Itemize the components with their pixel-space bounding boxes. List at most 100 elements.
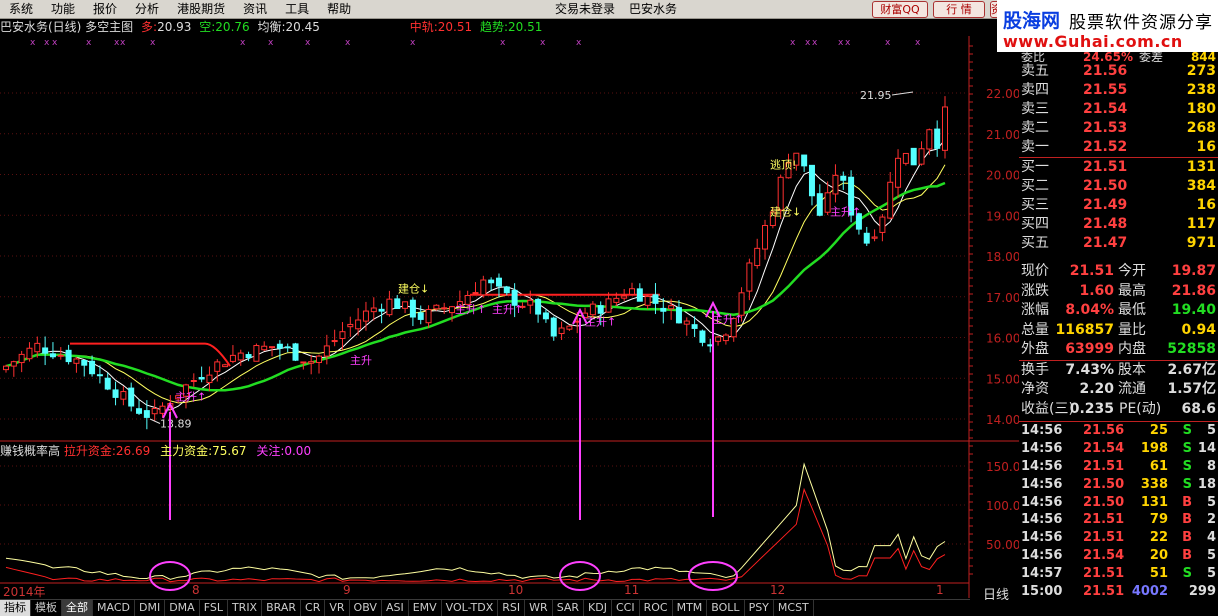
- candle-body: [926, 129, 933, 150]
- quote-value: 68.6: [1181, 400, 1216, 417]
- indicator-tab[interactable]: KDJ: [584, 600, 612, 616]
- candle-body: [668, 305, 675, 310]
- indicator-tab[interactable]: BRAR: [262, 600, 302, 616]
- orderbook-row[interactable]: 卖五 21.56 273: [1019, 62, 1218, 81]
- indicator-tab[interactable]: DMI: [135, 600, 166, 616]
- orderbook-row[interactable]: 卖三 21.54 180: [1019, 100, 1218, 119]
- caifu-qq-button[interactable]: 财富QQ: [872, 1, 928, 18]
- indicator-tab[interactable]: WR: [525, 600, 553, 616]
- menu-analysis[interactable]: 分析: [126, 0, 168, 18]
- menu-news[interactable]: 资讯: [234, 0, 276, 18]
- candle-body: [206, 374, 213, 384]
- indicator-tab[interactable]: VR: [325, 600, 350, 616]
- indicator-tab[interactable]: BOLL: [707, 600, 745, 616]
- candle-body: [550, 317, 557, 337]
- indicator-tab[interactable]: FSL: [200, 600, 228, 616]
- candle-body: [253, 345, 260, 362]
- orderbook-row[interactable]: 买五 21.47 971: [1019, 234, 1218, 253]
- candle-body: [691, 324, 698, 329]
- quote-panel: 现价 21.51 今开 19.87 涨跌 1.60 最高 21.86 涨幅 8.04% 最低 19.4…: [1019, 262, 1218, 419]
- quote-value: 2.67亿: [1167, 361, 1216, 378]
- indicator-tab[interactable]: MTM: [673, 600, 708, 616]
- indicator-tab[interactable]: PSY: [745, 600, 774, 616]
- quote-label: 收益(三): [1021, 400, 1074, 417]
- orderbook-label: 卖四: [1021, 82, 1049, 98]
- period-label[interactable]: 日线: [983, 584, 1009, 603]
- tick-row: 15:00 21.51 4002 299: [1019, 583, 1218, 601]
- tick-count: 299: [1188, 584, 1216, 600]
- signal-x-marker: x: [240, 38, 246, 48]
- candle-body: [449, 306, 456, 314]
- price-tick-label: 16.00: [986, 332, 1019, 346]
- candle-body: [754, 247, 761, 267]
- quote-label: 换手: [1021, 361, 1049, 378]
- diamond-marker: ◇: [950, 36, 959, 37]
- indicator-tab[interactable]: CR: [301, 600, 326, 616]
- indicator-tab[interactable]: CCI: [612, 600, 640, 616]
- trade-login-status[interactable]: 交易未登录: [548, 0, 622, 18]
- quote-value: 116857: [1055, 321, 1114, 338]
- tick-time: 14:56: [1021, 512, 1063, 528]
- indicator-tab[interactable]: MCST: [774, 600, 814, 616]
- orderbook-volume: 238: [1186, 82, 1216, 98]
- orderbook-row[interactable]: 买三 21.49 16: [1019, 196, 1218, 215]
- signal-x-marker: x: [812, 38, 818, 48]
- candle-body: [3, 365, 9, 371]
- indicator-tab[interactable]: MACD: [93, 600, 135, 616]
- candle-body: [159, 405, 166, 414]
- orderbook-row[interactable]: 买一 21.51 131: [1019, 157, 1218, 177]
- indicator-tab[interactable]: OBV: [350, 600, 382, 616]
- candle-body: [871, 236, 878, 239]
- orderbook-row[interactable]: 卖一 21.52 16: [1019, 138, 1218, 157]
- tick-price: 21.51: [1083, 566, 1125, 582]
- market-button[interactable]: 行 情: [933, 1, 985, 18]
- indicator-tab[interactable]: DMA: [165, 600, 200, 616]
- orderbook-row[interactable]: 买二 21.50 384: [1019, 177, 1218, 196]
- kline-chart[interactable]: 22.00 21.00 20.00 19.00 18.00 17.00 16.00 15.00…: [0, 36, 1019, 599]
- orderbook-row[interactable]: 卖四 21.55 238: [1019, 81, 1218, 100]
- indicator-tab[interactable]: TRIX: [228, 600, 263, 616]
- orderbook-row[interactable]: 委比 24.65% 委差 844: [1019, 52, 1218, 62]
- tick-price: 21.54: [1083, 440, 1125, 456]
- candle-body: [910, 147, 917, 166]
- quote-value: 19.87: [1171, 263, 1216, 279]
- candle-body: [542, 312, 549, 320]
- candle-body: [308, 361, 315, 364]
- zhonggui-value: 20.51: [437, 20, 473, 34]
- zhonggui-label: 中轨:: [409, 20, 438, 34]
- chart-title: 巴安水务(日线) 多空主图: [0, 20, 134, 34]
- indicator-tab[interactable]: RSI: [498, 600, 526, 616]
- indicator-tab[interactable]: ROC: [640, 600, 673, 616]
- candle-body: [488, 279, 495, 284]
- menu-system[interactable]: 系统: [0, 0, 42, 18]
- indicator-tab[interactable]: EMV: [409, 600, 442, 616]
- orderbook-volume: 131: [1186, 159, 1216, 175]
- indicator-tab[interactable]: SAR: [553, 600, 585, 616]
- indicator-tab[interactable]: 指标: [0, 600, 31, 616]
- kong-value: 20.76: [215, 20, 250, 34]
- indicator-tab[interactable]: 全部: [62, 600, 93, 616]
- signal-x-marker: x: [790, 38, 796, 48]
- indicator-tab[interactable]: ASI: [382, 600, 409, 616]
- signal-label: 主升↑: [830, 205, 861, 218]
- candle-body: [49, 353, 56, 358]
- indicator-tab[interactable]: VOL-TDX: [442, 600, 499, 616]
- indicator-tab[interactable]: 模板: [31, 600, 62, 616]
- price-tick-label: 21.00: [986, 128, 1019, 142]
- candle-body: [26, 347, 33, 360]
- tick-side: B: [1182, 530, 1192, 546]
- candle-body: [65, 349, 72, 363]
- candle-body: [433, 304, 440, 310]
- menu-help[interactable]: 帮助: [318, 0, 360, 18]
- candle-body: [902, 152, 909, 164]
- menu-tools[interactable]: 工具: [276, 0, 318, 18]
- candle-body: [597, 305, 604, 314]
- tick-count: 5: [1206, 494, 1216, 510]
- candle-body: [112, 389, 119, 398]
- quote-label: 最低: [1118, 302, 1146, 318]
- menu-function[interactable]: 功能: [42, 0, 84, 18]
- orderbook-row[interactable]: 卖二 21.53 268: [1019, 119, 1218, 138]
- menu-hk-futures[interactable]: 港股期货: [168, 0, 234, 18]
- orderbook-row[interactable]: 买四 21.48 117: [1019, 215, 1218, 234]
- menu-quote[interactable]: 报价: [84, 0, 126, 18]
